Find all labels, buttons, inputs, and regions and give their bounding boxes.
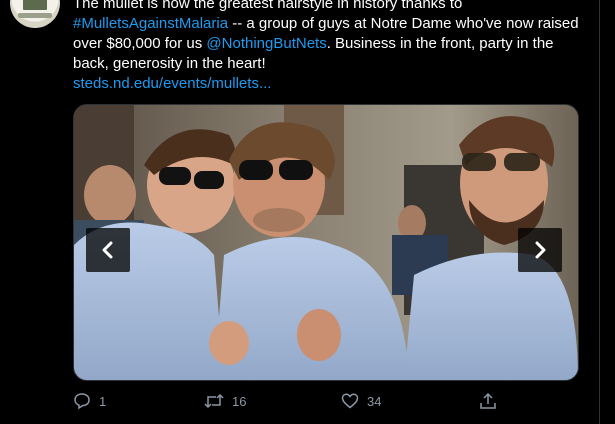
share-icon — [480, 392, 496, 409]
like-button[interactable]: 34 — [341, 392, 381, 410]
heart-icon — [341, 393, 359, 409]
chevron-right-icon — [535, 241, 546, 259]
avatar-logo-icon — [23, 0, 47, 10]
reply-icon — [74, 393, 90, 410]
tweet-photo[interactable] — [73, 104, 579, 381]
like-count: 34 — [367, 393, 382, 409]
mention-link[interactable]: @NothingButNets — [206, 35, 326, 52]
chevron-left-icon — [102, 241, 113, 259]
reply-count: 1 — [99, 393, 107, 409]
tweet-text: The mullet is now the greatest hairstyle… — [73, 0, 593, 94]
reply-button[interactable]: 1 — [73, 392, 106, 410]
tweet-text-line1: The mullet is now the greatest hairstyle… — [73, 0, 463, 12]
hashtag-link[interactable]: #MulletsAgainstMalaria — [73, 15, 228, 32]
photo-scene — [74, 105, 578, 380]
retweet-icon — [204, 393, 224, 409]
retweet-button[interactable]: 16 — [204, 392, 246, 410]
photo-next-button[interactable] — [518, 228, 562, 272]
avatar-caption — [18, 13, 52, 18]
timeline-divider — [599, 0, 600, 424]
external-link[interactable]: steds.nd.edu/events/mullets... — [73, 75, 271, 92]
share-button[interactable] — [479, 392, 497, 410]
retweet-count: 16 — [232, 393, 247, 409]
photo-prev-button[interactable] — [86, 228, 130, 272]
avatar[interactable] — [10, 0, 60, 28]
tweet-actions: 1 16 34 — [73, 392, 513, 412]
